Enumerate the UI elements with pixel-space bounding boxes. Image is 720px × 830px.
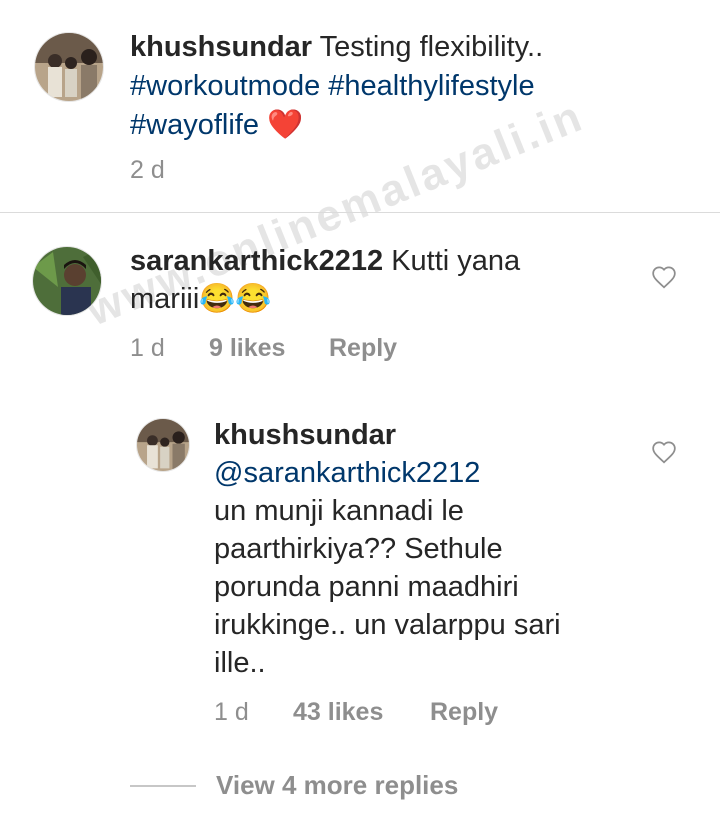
- hashtag-healthylifestyle[interactable]: #healthylifestyle: [328, 70, 534, 102]
- comment-reply-button[interactable]: Reply: [329, 334, 397, 363]
- comment-age: 1 d: [130, 334, 165, 362]
- post-caption: khushsundar Testing flexibility.. #worko…: [130, 28, 690, 145]
- reply-like-heart-icon[interactable]: [651, 440, 677, 464]
- caption-text: Testing flexibility..: [319, 31, 544, 63]
- comment-likes[interactable]: 9 likes: [209, 334, 329, 363]
- reply-text: un munji kannadi le paarthirkiya?? Sethu…: [214, 495, 561, 679]
- hashtag-wayoflife[interactable]: #wayoflife: [130, 109, 259, 141]
- reply-meta: 1 d 43 likes Reply: [214, 698, 498, 727]
- reply-reply-button[interactable]: Reply: [430, 698, 498, 727]
- reply-mention-link[interactable]: @sarankarthick2212: [214, 457, 480, 489]
- hashtag-workoutmode[interactable]: #workoutmode: [130, 70, 320, 102]
- reply-age: 1 d: [214, 698, 249, 726]
- view-more-label[interactable]: View 4 more replies: [216, 770, 458, 801]
- view-more-line: [130, 784, 196, 787]
- comment-meta: 1 d 9 likes Reply: [130, 334, 397, 363]
- heart-emoji: ❤️: [267, 109, 304, 141]
- reply-body: khushsundar @sarankarthick2212 un munji …: [214, 416, 614, 682]
- comment-body: sarankarthick2212 Kutti yana mariii😂😂: [130, 242, 570, 318]
- reply-author-avatar[interactable]: [136, 418, 190, 472]
- commenter-avatar[interactable]: [32, 246, 102, 316]
- view-more-replies[interactable]: View 4 more replies: [130, 770, 458, 801]
- post-author-avatar[interactable]: [34, 32, 104, 102]
- post-author-username[interactable]: khushsundar: [130, 31, 312, 63]
- reply-likes[interactable]: 43 likes: [293, 698, 430, 727]
- commenter-username[interactable]: sarankarthick2212: [130, 245, 383, 277]
- post-age: 2 d: [130, 156, 165, 184]
- comment-like-heart-icon[interactable]: [651, 265, 677, 289]
- post-meta: 2 d: [130, 156, 165, 185]
- reply-author-username[interactable]: khushsundar: [214, 419, 396, 451]
- caption-divider: [0, 212, 720, 213]
